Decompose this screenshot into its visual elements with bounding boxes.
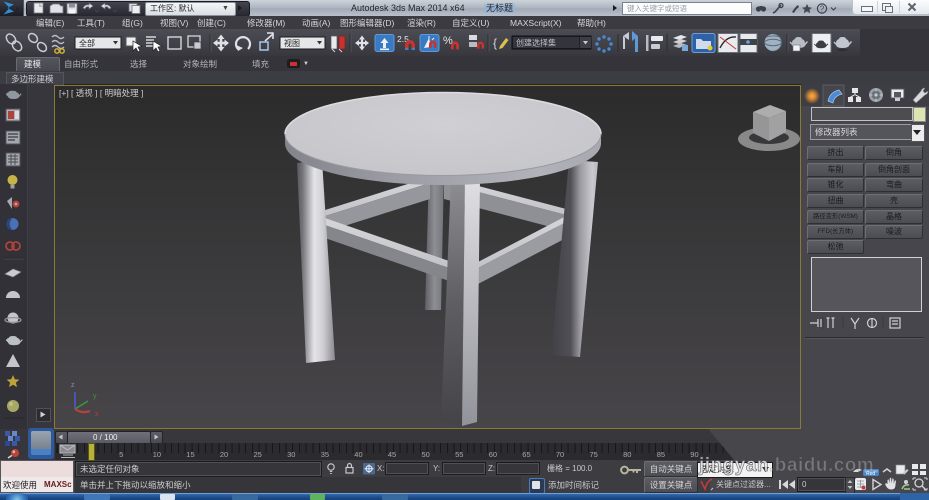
svg-text:全部: 全部 <box>79 38 95 48</box>
svg-text:创建选择集: 创建选择集 <box>516 38 556 48</box>
svg-text:y: y <box>93 393 97 400</box>
svg-text:x: x <box>95 411 99 418</box>
svg-text:{: { <box>493 36 497 50</box>
svg-text:z: z <box>71 382 75 389</box>
svg-text:视图: 视图 <box>284 38 300 48</box>
svg-text:?: ? <box>820 4 825 13</box>
